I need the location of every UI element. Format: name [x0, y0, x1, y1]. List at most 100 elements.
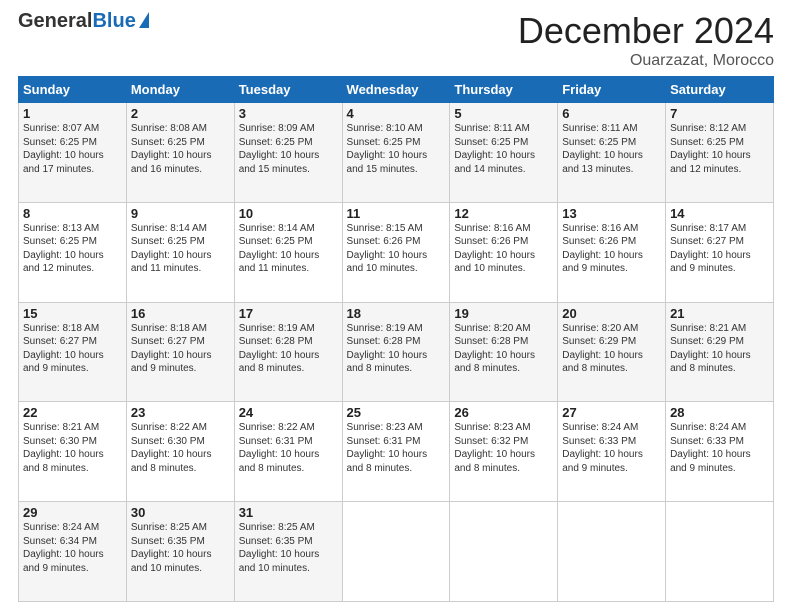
calendar-week-5: 29Sunrise: 8:24 AMSunset: 6:34 PMDayligh…: [19, 502, 774, 602]
day-number: 23: [131, 405, 230, 420]
day-number: 11: [347, 206, 446, 221]
calendar-cell: [450, 502, 558, 602]
calendar-cell: [342, 502, 450, 602]
day-info: Sunrise: 8:16 AMSunset: 6:26 PMDaylight:…: [454, 222, 553, 276]
day-number: 14: [670, 206, 769, 221]
day-number: 30: [131, 505, 230, 520]
day-info: Sunrise: 8:14 AMSunset: 6:25 PMDaylight:…: [239, 222, 338, 276]
day-info: Sunrise: 8:12 AMSunset: 6:25 PMDaylight:…: [670, 122, 769, 176]
calendar-cell: 24Sunrise: 8:22 AMSunset: 6:31 PMDayligh…: [234, 402, 342, 502]
day-info: Sunrise: 8:10 AMSunset: 6:25 PMDaylight:…: [347, 122, 446, 176]
calendar-cell: 31Sunrise: 8:25 AMSunset: 6:35 PMDayligh…: [234, 502, 342, 602]
calendar-cell: 3Sunrise: 8:09 AMSunset: 6:25 PMDaylight…: [234, 103, 342, 203]
calendar-cell: 15Sunrise: 8:18 AMSunset: 6:27 PMDayligh…: [19, 302, 127, 402]
calendar-cell: 2Sunrise: 8:08 AMSunset: 6:25 PMDaylight…: [126, 103, 234, 203]
day-info: Sunrise: 8:24 AMSunset: 6:33 PMDaylight:…: [562, 421, 661, 475]
calendar-cell: 18Sunrise: 8:19 AMSunset: 6:28 PMDayligh…: [342, 302, 450, 402]
weekday-header-row: SundayMondayTuesdayWednesdayThursdayFrid…: [19, 77, 774, 103]
calendar-cell: 20Sunrise: 8:20 AMSunset: 6:29 PMDayligh…: [558, 302, 666, 402]
calendar-cell: [666, 502, 774, 602]
logo-blue-text: Blue: [92, 10, 135, 33]
day-info: Sunrise: 8:22 AMSunset: 6:31 PMDaylight:…: [239, 421, 338, 475]
calendar-week-1: 1Sunrise: 8:07 AMSunset: 6:25 PMDaylight…: [19, 103, 774, 203]
day-info: Sunrise: 8:09 AMSunset: 6:25 PMDaylight:…: [239, 122, 338, 176]
header: General Blue December 2024 Ouarzazat, Mo…: [18, 10, 774, 70]
day-number: 18: [347, 306, 446, 321]
logo: General Blue: [18, 10, 149, 33]
day-info: Sunrise: 8:19 AMSunset: 6:28 PMDaylight:…: [239, 322, 338, 376]
day-number: 13: [562, 206, 661, 221]
day-info: Sunrise: 8:14 AMSunset: 6:25 PMDaylight:…: [131, 222, 230, 276]
day-info: Sunrise: 8:24 AMSunset: 6:34 PMDaylight:…: [23, 521, 122, 575]
calendar-week-3: 15Sunrise: 8:18 AMSunset: 6:27 PMDayligh…: [19, 302, 774, 402]
day-number: 10: [239, 206, 338, 221]
day-info: Sunrise: 8:21 AMSunset: 6:29 PMDaylight:…: [670, 322, 769, 376]
calendar-cell: 6Sunrise: 8:11 AMSunset: 6:25 PMDaylight…: [558, 103, 666, 203]
location-title: Ouarzazat, Morocco: [518, 52, 774, 70]
calendar-cell: 16Sunrise: 8:18 AMSunset: 6:27 PMDayligh…: [126, 302, 234, 402]
calendar-week-4: 22Sunrise: 8:21 AMSunset: 6:30 PMDayligh…: [19, 402, 774, 502]
day-number: 22: [23, 405, 122, 420]
calendar-cell: 9Sunrise: 8:14 AMSunset: 6:25 PMDaylight…: [126, 202, 234, 302]
day-info: Sunrise: 8:13 AMSunset: 6:25 PMDaylight:…: [23, 222, 122, 276]
day-number: 21: [670, 306, 769, 321]
calendar-cell: 12Sunrise: 8:16 AMSunset: 6:26 PMDayligh…: [450, 202, 558, 302]
day-info: Sunrise: 8:11 AMSunset: 6:25 PMDaylight:…: [454, 122, 553, 176]
day-info: Sunrise: 8:21 AMSunset: 6:30 PMDaylight:…: [23, 421, 122, 475]
month-title: December 2024: [518, 10, 774, 52]
calendar-week-2: 8Sunrise: 8:13 AMSunset: 6:25 PMDaylight…: [19, 202, 774, 302]
calendar-cell: 19Sunrise: 8:20 AMSunset: 6:28 PMDayligh…: [450, 302, 558, 402]
calendar-cell: 23Sunrise: 8:22 AMSunset: 6:30 PMDayligh…: [126, 402, 234, 502]
calendar-cell: 26Sunrise: 8:23 AMSunset: 6:32 PMDayligh…: [450, 402, 558, 502]
calendar-cell: 10Sunrise: 8:14 AMSunset: 6:25 PMDayligh…: [234, 202, 342, 302]
day-number: 17: [239, 306, 338, 321]
calendar-cell: 11Sunrise: 8:15 AMSunset: 6:26 PMDayligh…: [342, 202, 450, 302]
calendar-cell: 13Sunrise: 8:16 AMSunset: 6:26 PMDayligh…: [558, 202, 666, 302]
day-info: Sunrise: 8:11 AMSunset: 6:25 PMDaylight:…: [562, 122, 661, 176]
day-number: 28: [670, 405, 769, 420]
calendar-cell: 27Sunrise: 8:24 AMSunset: 6:33 PMDayligh…: [558, 402, 666, 502]
calendar-cell: 22Sunrise: 8:21 AMSunset: 6:30 PMDayligh…: [19, 402, 127, 502]
calendar-cell: 17Sunrise: 8:19 AMSunset: 6:28 PMDayligh…: [234, 302, 342, 402]
day-number: 7: [670, 106, 769, 121]
day-number: 15: [23, 306, 122, 321]
day-number: 3: [239, 106, 338, 121]
weekday-header-wednesday: Wednesday: [342, 77, 450, 103]
calendar-cell: 25Sunrise: 8:23 AMSunset: 6:31 PMDayligh…: [342, 402, 450, 502]
day-number: 20: [562, 306, 661, 321]
calendar-cell: 28Sunrise: 8:24 AMSunset: 6:33 PMDayligh…: [666, 402, 774, 502]
logo-triangle-icon: [139, 12, 149, 28]
day-info: Sunrise: 8:25 AMSunset: 6:35 PMDaylight:…: [239, 521, 338, 575]
day-info: Sunrise: 8:24 AMSunset: 6:33 PMDaylight:…: [670, 421, 769, 475]
calendar-cell: 4Sunrise: 8:10 AMSunset: 6:25 PMDaylight…: [342, 103, 450, 203]
weekday-header-tuesday: Tuesday: [234, 77, 342, 103]
calendar-cell: 1Sunrise: 8:07 AMSunset: 6:25 PMDaylight…: [19, 103, 127, 203]
day-number: 12: [454, 206, 553, 221]
day-info: Sunrise: 8:23 AMSunset: 6:32 PMDaylight:…: [454, 421, 553, 475]
day-number: 27: [562, 405, 661, 420]
calendar-cell: 14Sunrise: 8:17 AMSunset: 6:27 PMDayligh…: [666, 202, 774, 302]
day-number: 8: [23, 206, 122, 221]
day-info: Sunrise: 8:22 AMSunset: 6:30 PMDaylight:…: [131, 421, 230, 475]
weekday-header-monday: Monday: [126, 77, 234, 103]
day-info: Sunrise: 8:07 AMSunset: 6:25 PMDaylight:…: [23, 122, 122, 176]
calendar-cell: 30Sunrise: 8:25 AMSunset: 6:35 PMDayligh…: [126, 502, 234, 602]
day-info: Sunrise: 8:20 AMSunset: 6:28 PMDaylight:…: [454, 322, 553, 376]
day-number: 29: [23, 505, 122, 520]
weekday-header-friday: Friday: [558, 77, 666, 103]
day-number: 26: [454, 405, 553, 420]
calendar-cell: 8Sunrise: 8:13 AMSunset: 6:25 PMDaylight…: [19, 202, 127, 302]
day-info: Sunrise: 8:20 AMSunset: 6:29 PMDaylight:…: [562, 322, 661, 376]
day-info: Sunrise: 8:18 AMSunset: 6:27 PMDaylight:…: [131, 322, 230, 376]
page: General Blue December 2024 Ouarzazat, Mo…: [0, 0, 792, 612]
calendar-cell: 29Sunrise: 8:24 AMSunset: 6:34 PMDayligh…: [19, 502, 127, 602]
day-number: 24: [239, 405, 338, 420]
day-info: Sunrise: 8:25 AMSunset: 6:35 PMDaylight:…: [131, 521, 230, 575]
weekday-header-sunday: Sunday: [19, 77, 127, 103]
day-number: 6: [562, 106, 661, 121]
day-number: 4: [347, 106, 446, 121]
calendar-table: SundayMondayTuesdayWednesdayThursdayFrid…: [18, 76, 774, 602]
day-number: 1: [23, 106, 122, 121]
day-info: Sunrise: 8:18 AMSunset: 6:27 PMDaylight:…: [23, 322, 122, 376]
day-number: 16: [131, 306, 230, 321]
